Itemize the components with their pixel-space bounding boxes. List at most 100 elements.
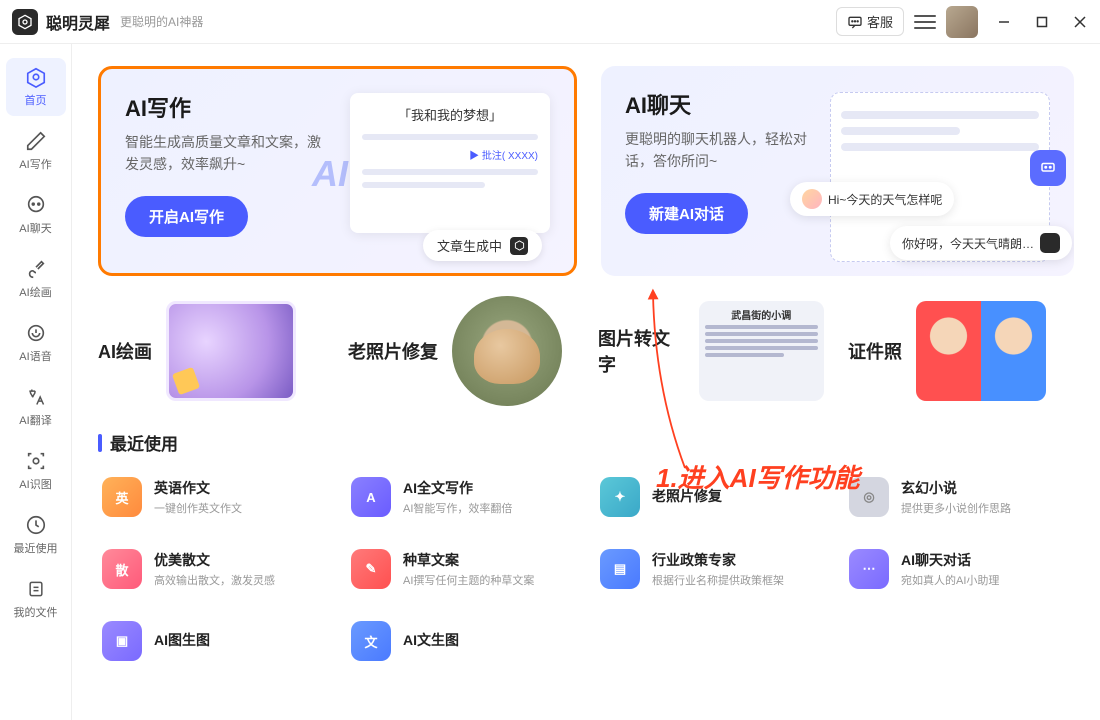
sidebar-item-translate[interactable]: AI翻译	[6, 378, 66, 436]
sidebar-item-home[interactable]: 首页	[6, 58, 66, 116]
close-button[interactable]	[1072, 14, 1088, 30]
recent-item-title: 种草文案	[403, 550, 534, 570]
recent-item-title: 行业政策专家	[652, 550, 784, 570]
sidebar-label: AI写作	[19, 156, 51, 172]
idphoto-thumb-icon	[916, 301, 1046, 401]
sidebar-label: 首页	[25, 92, 47, 108]
chat-bubble: 你好呀，今天天气晴朗…	[890, 226, 1072, 260]
maximize-button[interactable]	[1034, 14, 1050, 30]
recent-item-icon: 文	[351, 621, 391, 661]
recent-item[interactable]: 散 优美散文 高效输出散文，激发灵感	[98, 541, 327, 597]
history-icon	[25, 514, 47, 536]
recent-item[interactable]: ⋯ AI聊天对话 宛如真人的AI小助理	[845, 541, 1074, 597]
recent-item[interactable]: 英 英语作文 一键创作英文作文	[98, 469, 327, 525]
sidebar-label: AI聊天	[19, 220, 51, 236]
recent-item-icon: ▣	[102, 621, 142, 661]
hero-card-writing[interactable]: AI写作 智能生成高质量文章和文案，激发灵感，效率飙升~ 开启AI写作 AI 「…	[98, 66, 577, 276]
generating-pill: 文章生成中	[423, 230, 542, 261]
new-chat-button[interactable]: 新建AI对话	[625, 193, 748, 234]
recent-item-sub: AI智能写作，效率翻倍	[403, 500, 512, 516]
sidebar-item-paint[interactable]: AI绘画	[6, 250, 66, 308]
sidebar-item-writing[interactable]: AI写作	[6, 122, 66, 180]
chat-bubble-icon	[847, 14, 863, 30]
recent-item[interactable]: ◎ 玄幻小说 提供更多小说创作思路	[845, 469, 1074, 525]
translate-icon	[25, 386, 47, 408]
recent-item-icon: ◎	[849, 477, 889, 517]
recent-item[interactable]: ✦ 老照片修复	[596, 469, 825, 525]
recent-item-title: AI聊天对话	[901, 550, 999, 570]
files-icon	[25, 578, 47, 600]
sidebar-label: AI语音	[19, 348, 51, 364]
user-avatar[interactable]	[946, 6, 978, 38]
ocr-thumb-icon: 武昌街的小调	[699, 301, 824, 401]
pen-icon	[25, 130, 47, 152]
sidebar-item-chat[interactable]: AI聊天	[6, 186, 66, 244]
recent-item-icon: ⋯	[849, 549, 889, 589]
start-writing-button[interactable]: 开启AI写作	[125, 196, 248, 237]
scan-icon	[25, 450, 47, 472]
app-tagline: 更聪明的AI神器	[120, 13, 203, 30]
sidebar-label: 最近使用	[14, 540, 58, 556]
recent-item-icon: ✦	[600, 477, 640, 517]
brush-icon	[25, 258, 47, 280]
recent-item[interactable]: A AI全文写作 AI智能写作，效率翻倍	[347, 469, 576, 525]
cog-icon	[510, 237, 528, 255]
sidebar: 首页 AI写作 AI聊天 AI绘画 AI语音 AI翻译 AI识图 最近使用	[0, 44, 72, 720]
recent-item-icon: ✎	[351, 549, 391, 589]
feature-title: AI绘画	[98, 338, 152, 364]
recent-item-title: 英语作文	[154, 478, 242, 498]
recent-item-title: AI全文写作	[403, 478, 512, 498]
feature-card-idphoto[interactable]: 证件照	[848, 296, 1074, 406]
feature-card-restore[interactable]: 老照片修复	[348, 296, 574, 406]
recent-item-title: AI文生图	[403, 630, 459, 650]
photo-thumb-icon	[452, 296, 562, 406]
recent-item-icon: 英	[102, 477, 142, 517]
sidebar-item-files[interactable]: 我的文件	[6, 570, 66, 628]
recent-item[interactable]: 文 AI文生图	[347, 613, 576, 669]
hero-desc: 更聪明的聊天机器人，轻松对话，答你所问~	[625, 128, 825, 173]
recent-item-icon: ▤	[600, 549, 640, 589]
feature-card-paint[interactable]: AI绘画	[98, 296, 324, 406]
menu-button[interactable]	[914, 11, 936, 33]
app-name: 聪明灵犀	[46, 10, 110, 34]
sidebar-label: 我的文件	[14, 604, 58, 620]
sidebar-label: AI翻译	[19, 412, 51, 428]
section-accent-icon	[98, 434, 102, 452]
recent-item-sub: 根据行业名称提供政策框架	[652, 572, 784, 588]
recent-grid: 英 英语作文 一键创作英文作文 A AI全文写作 AI智能写作，效率翻倍 ✦ 老照片…	[98, 469, 1074, 669]
recent-item[interactable]: ✎ 种草文案 AI撰写任何主题的种草文案	[347, 541, 576, 597]
recent-item-title: AI图生图	[154, 630, 210, 650]
recent-item-title: 玄幻小说	[901, 478, 1011, 498]
painting-thumb-icon	[166, 301, 296, 401]
recent-item-icon: 散	[102, 549, 142, 589]
voice-icon	[25, 322, 47, 344]
recent-item-title: 老照片修复	[652, 486, 722, 506]
sidebar-item-ocr[interactable]: AI识图	[6, 442, 66, 500]
main-content: AI写作 智能生成高质量文章和文案，激发灵感，效率飙升~ 开启AI写作 AI 「…	[72, 44, 1100, 720]
minimize-button[interactable]	[996, 14, 1012, 30]
home-icon	[25, 66, 47, 88]
sidebar-item-voice[interactable]: AI语音	[6, 314, 66, 372]
writing-illustration: AI 「我和我的梦想」 ▶ 批注( XXXX) 文章生成中	[320, 83, 560, 263]
sidebar-item-recent[interactable]: 最近使用	[6, 506, 66, 564]
feature-card-ocr[interactable]: 图片转文字 武昌街的小调	[598, 296, 824, 406]
section-title: 最近使用	[110, 430, 178, 455]
feature-title: 老照片修复	[348, 338, 438, 364]
sidebar-label: AI绘画	[19, 284, 51, 300]
recent-item-sub: 提供更多小说创作思路	[901, 500, 1011, 516]
chat-bubble: Hi~今天的天气怎样呢	[790, 182, 954, 216]
recent-item-icon: A	[351, 477, 391, 517]
hero-desc: 智能生成高质量文章和文案，激发灵感，效率飙升~	[125, 131, 325, 176]
recent-item[interactable]: ▤ 行业政策专家 根据行业名称提供政策框架	[596, 541, 825, 597]
recent-item-title: 优美散文	[154, 550, 275, 570]
ai-badge-icon: AI	[312, 153, 348, 195]
hero-card-chat[interactable]: AI聊天 更聪明的聊天机器人，轻松对话，答你所问~ 新建AI对话 Hi~今天的天…	[601, 66, 1074, 276]
customer-service-button[interactable]: 客服	[836, 7, 904, 36]
doc-title: 「我和我的梦想」	[362, 105, 538, 124]
feature-title: 证件照	[848, 338, 902, 364]
app-logo-icon	[12, 9, 38, 35]
customer-service-label: 客服	[867, 12, 893, 31]
recent-item[interactable]: ▣ AI图生图	[98, 613, 327, 669]
avatar-icon	[802, 189, 822, 209]
sidebar-label: AI识图	[19, 476, 51, 492]
